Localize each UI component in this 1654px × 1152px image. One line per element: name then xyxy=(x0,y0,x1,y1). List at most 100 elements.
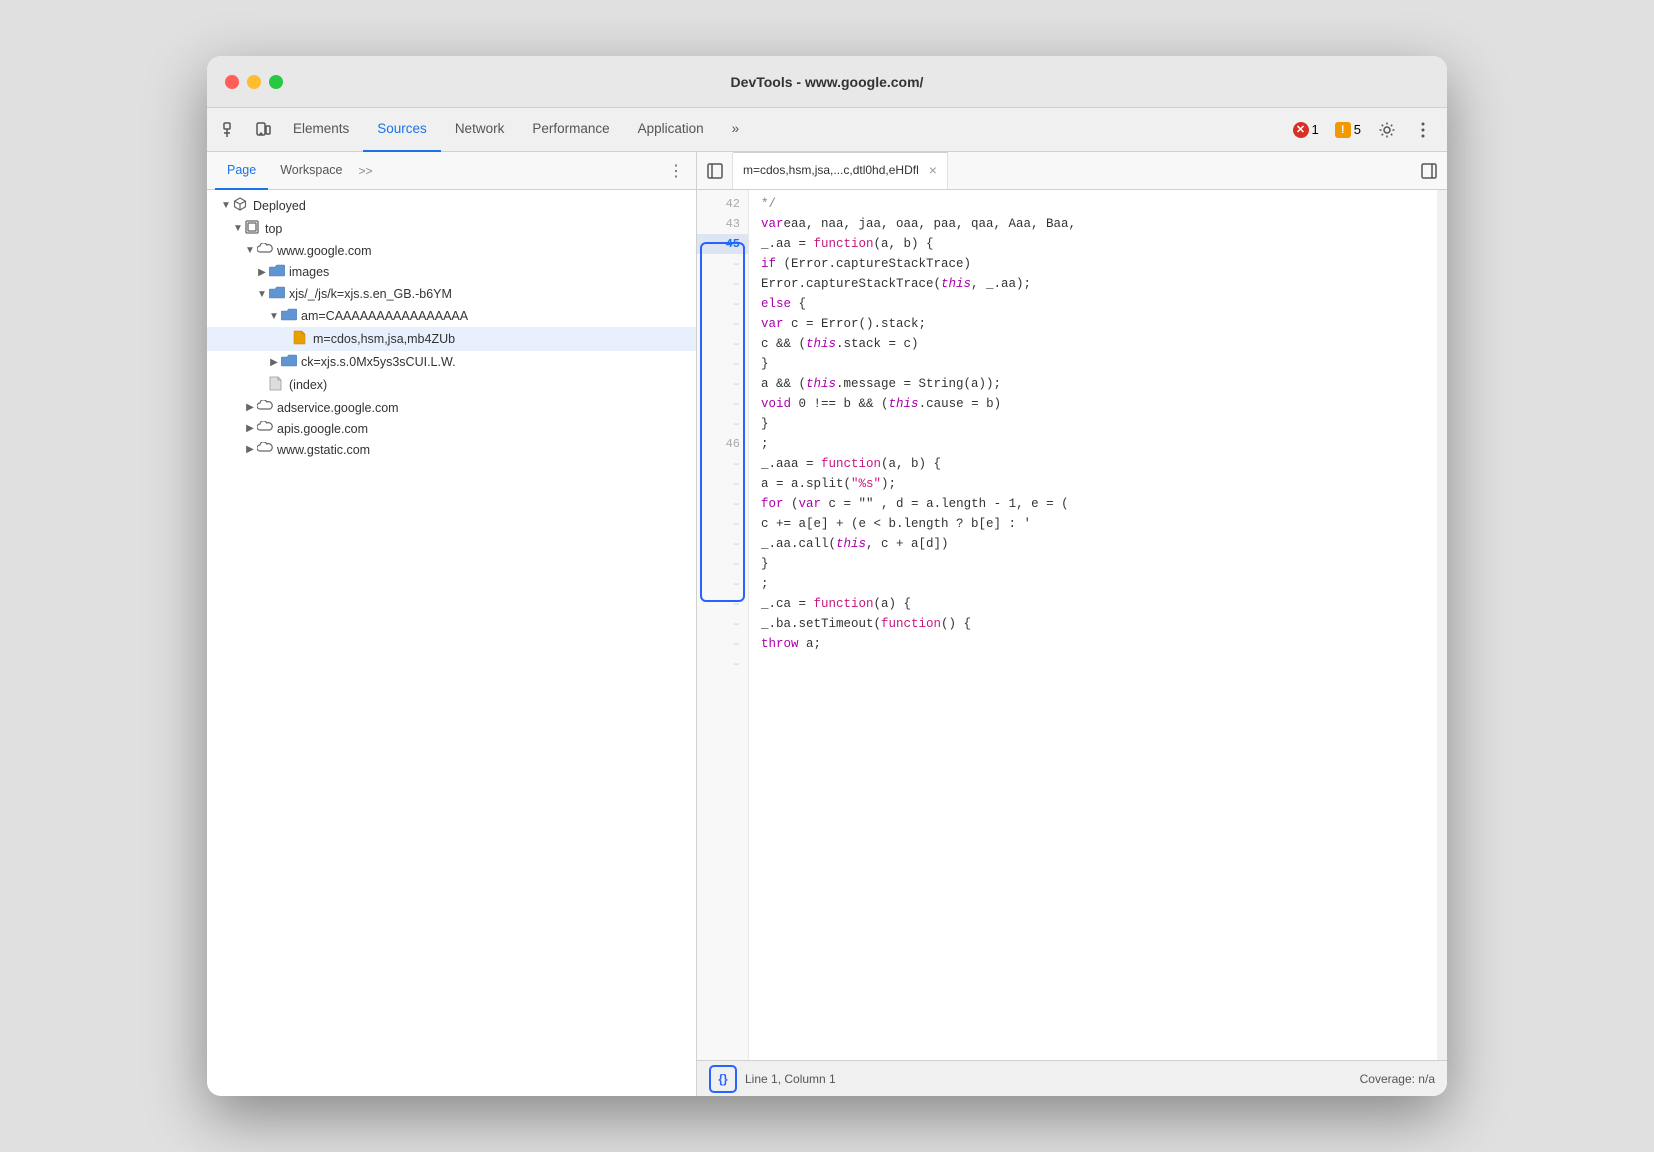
line-num-d12[interactable]: – xyxy=(697,494,748,514)
coverage-label: Coverage: n/a xyxy=(1360,1072,1435,1086)
sources-menu-icon[interactable]: ⋮ xyxy=(664,159,688,183)
subtab-workspace[interactable]: Workspace xyxy=(268,152,354,190)
line-num-d14[interactable]: – xyxy=(697,534,748,554)
line-num-d2[interactable]: – xyxy=(697,274,748,294)
tree-item-www-gstatic[interactable]: ▶ www.gstatic.com xyxy=(207,439,696,460)
code-line-d1: if (Error.captureStackTrace) xyxy=(761,254,1437,274)
line-num-d18[interactable]: – xyxy=(697,614,748,634)
line-num-d15[interactable]: – xyxy=(697,554,748,574)
arrow-adservice: ▶ xyxy=(243,402,257,413)
line-num-45[interactable]: 45 xyxy=(697,234,748,254)
folder-icon xyxy=(281,308,297,324)
line-num-d9[interactable]: – xyxy=(697,414,748,434)
code-line-d6: } xyxy=(761,354,1437,374)
code-line-d18: _.ba.setTimeout(function() { xyxy=(761,614,1437,634)
tree-label: ck=xjs.s.0Mx5ys3sCUI.L.W. xyxy=(301,355,456,369)
warn-count-button[interactable]: ! 5 xyxy=(1329,120,1367,140)
file-tree[interactable]: ▼ Deployed ▼ xyxy=(207,190,696,1096)
editor-panel: m=cdos,hsm,jsa,...c,dtl0hd,eHDfl × 42 xyxy=(697,152,1447,1096)
tree-label: adservice.google.com xyxy=(277,401,399,415)
line-num-42[interactable]: 42 xyxy=(697,194,748,214)
code-lines: */ var eaa, naa, jaa, oaa, paa, qaa, Aaa… xyxy=(761,194,1437,654)
device-toolbar-icon[interactable] xyxy=(247,114,279,146)
tab-sources[interactable]: Sources xyxy=(363,108,441,152)
line-num-d20[interactable]: – xyxy=(697,654,748,674)
devtools-tabbar: Elements Sources Network Performance App… xyxy=(207,108,1447,152)
line-num-d11[interactable]: – xyxy=(697,474,748,494)
file-icon-orange xyxy=(293,330,309,348)
tree-item-www-google[interactable]: ▼ www.google.com xyxy=(207,240,696,261)
arrow-www-google: ▼ xyxy=(243,245,257,256)
code-line-d2: Error.captureStackTrace(this, _.aa); xyxy=(761,274,1437,294)
code-line-d5: c && (this.stack = c) xyxy=(761,334,1437,354)
tree-item-xjs[interactable]: ▼ xjs/_/js/k=xjs.s.en_GB.-b6YM xyxy=(207,283,696,305)
settings-icon[interactable] xyxy=(1371,114,1403,146)
code-line-d19: throw a; xyxy=(761,634,1437,654)
tab-elements[interactable]: Elements xyxy=(279,108,363,152)
cube-icon xyxy=(233,197,249,214)
line-num-d13[interactable]: – xyxy=(697,514,748,534)
code-line-43: var eaa, naa, jaa, oaa, paa, qaa, Aaa, B… xyxy=(761,214,1437,234)
tree-item-apis-google[interactable]: ▶ apis.google.com xyxy=(207,418,696,439)
tree-label: (index) xyxy=(289,378,327,392)
sidebar-toggle-icon[interactable] xyxy=(697,153,733,189)
line-num-d19[interactable]: – xyxy=(697,634,748,654)
close-button[interactable] xyxy=(225,75,239,89)
tab-network[interactable]: Network xyxy=(441,108,519,152)
tree-item-mcdos[interactable]: ▶ m=cdos,hsm,jsa,mb4ZUb xyxy=(207,327,696,351)
more-options-icon[interactable] xyxy=(1407,114,1439,146)
minimize-button[interactable] xyxy=(247,75,261,89)
line-num-d5[interactable]: – xyxy=(697,334,748,354)
maximize-button[interactable] xyxy=(269,75,283,89)
sources-subtabs: Page Workspace >> ⋮ xyxy=(207,152,696,190)
arrow-am-caaaa: ▼ xyxy=(267,311,281,322)
line-num-d7[interactable]: – xyxy=(697,374,748,394)
tab-performance[interactable]: Performance xyxy=(518,108,623,152)
code-editor[interactable]: 42 43 45 – – – – – – – – – 46 – xyxy=(697,190,1447,1060)
editor-collapse-icon[interactable] xyxy=(1411,153,1447,189)
format-button[interactable]: {} xyxy=(709,1065,737,1093)
line-num-d3[interactable]: – xyxy=(697,294,748,314)
code-line-d16: ; xyxy=(761,574,1437,594)
warn-icon: ! xyxy=(1335,122,1351,138)
code-content[interactable]: */ var eaa, naa, jaa, oaa, paa, qaa, Aaa… xyxy=(749,190,1437,1060)
window-title: DevTools - www.google.com/ xyxy=(731,74,924,90)
tree-item-adservice[interactable]: ▶ adservice.google.com xyxy=(207,397,696,418)
tab-application[interactable]: Application xyxy=(624,108,718,152)
arrow-xjs: ▼ xyxy=(255,289,269,300)
tree-label: images xyxy=(289,265,329,279)
line-num-d17[interactable]: – xyxy=(697,594,748,614)
line-num-46[interactable]: 46 xyxy=(697,434,748,454)
line-num-d8[interactable]: – xyxy=(697,394,748,414)
tree-item-top[interactable]: ▼ top xyxy=(207,217,696,240)
subtab-page[interactable]: Page xyxy=(215,152,268,190)
code-line-d3: else { xyxy=(761,294,1437,314)
line-num-d4[interactable]: – xyxy=(697,314,748,334)
code-line-45: _.aa = function(a, b) { xyxy=(761,234,1437,254)
code-line-d15: } xyxy=(761,554,1437,574)
inspect-element-icon[interactable] xyxy=(215,114,247,146)
tree-label: am=CAAAAAAAAAAAAAAAA xyxy=(301,309,468,323)
tree-item-index[interactable]: ▶ (index) xyxy=(207,373,696,397)
tree-item-am-caaaa[interactable]: ▼ am=CAAAAAAAAAAAAAAAA xyxy=(207,305,696,327)
arrow-apis-google: ▶ xyxy=(243,423,257,434)
error-count-button[interactable]: ✕ 1 xyxy=(1287,120,1325,140)
tree-item-deployed[interactable]: ▼ Deployed xyxy=(207,194,696,217)
editor-tab-close-icon[interactable]: × xyxy=(929,162,937,178)
subtab-more[interactable]: >> xyxy=(355,164,377,178)
tab-more[interactable]: » xyxy=(718,108,754,152)
line-num-d10[interactable]: – xyxy=(697,454,748,474)
tree-label: xjs/_/js/k=xjs.s.en_GB.-b6YM xyxy=(289,287,452,301)
line-num-43[interactable]: 43 xyxy=(697,214,748,234)
arrow-images: ▶ xyxy=(255,267,269,278)
tree-label: Deployed xyxy=(253,199,306,213)
folder-icon xyxy=(281,354,297,370)
line-num-d6[interactable]: – xyxy=(697,354,748,374)
line-num-d1[interactable]: – xyxy=(697,254,748,274)
line-num-d16[interactable]: – xyxy=(697,574,748,594)
code-line-d10: _.aaa = function(a, b) { xyxy=(761,454,1437,474)
tree-item-ck-xjs[interactable]: ▶ ck=xjs.s.0Mx5ys3sCUI.L.W. xyxy=(207,351,696,373)
tree-item-images[interactable]: ▶ images xyxy=(207,261,696,283)
scrollbar[interactable] xyxy=(1437,190,1447,1060)
editor-tab-mcdos[interactable]: m=cdos,hsm,jsa,...c,dtl0hd,eHDfl × xyxy=(733,152,948,190)
